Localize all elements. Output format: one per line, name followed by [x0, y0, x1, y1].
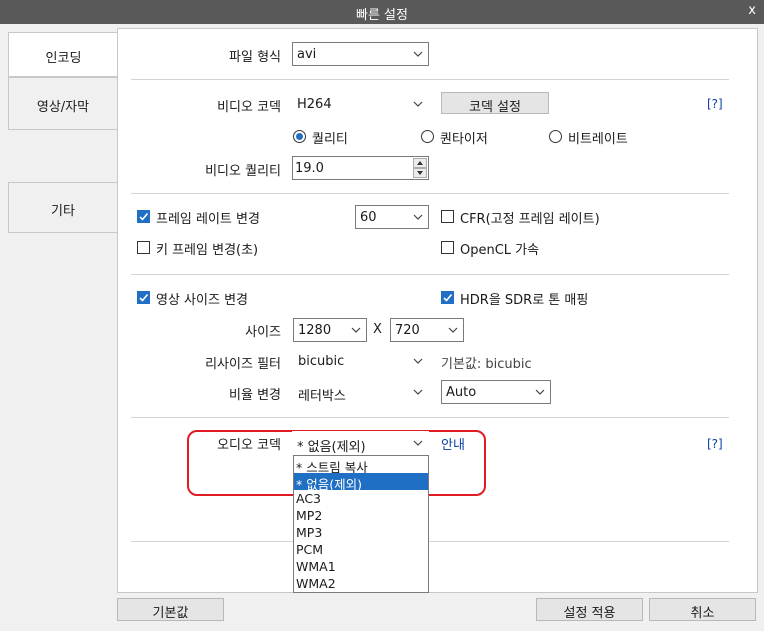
tab-encoding[interactable]: 인코딩	[8, 32, 118, 77]
chevron-down-icon	[413, 389, 423, 395]
checkmark-icon	[443, 293, 453, 302]
size-separator: X	[373, 322, 382, 337]
separator	[131, 541, 729, 542]
cancel-button[interactable]: 취소	[649, 598, 756, 621]
cfr-checkbox[interactable]	[441, 210, 454, 223]
file-format-select[interactable]: avi	[292, 42, 429, 66]
file-format-label: 파일 형식	[229, 50, 281, 65]
radio-bitrate[interactable]	[549, 130, 562, 143]
separator	[131, 193, 729, 194]
apply-settings-button[interactable]: 설정 적용	[536, 598, 643, 621]
size-label: 사이즈	[245, 325, 281, 340]
codec-settings-button[interactable]: 코덱 설정	[441, 92, 549, 115]
audio-help-link[interactable]: [?]	[707, 437, 723, 451]
close-button[interactable]: x	[748, 3, 756, 18]
hdr-tonemap-label: HDR을 SDR로 톤 매핑	[460, 293, 589, 308]
dropdown-option-mp3[interactable]: MP3	[294, 524, 428, 541]
tab-video-subtitle[interactable]: 영상/자막	[8, 77, 118, 130]
window-title: 빠른 설정	[356, 8, 408, 23]
chevron-down-icon	[413, 214, 423, 220]
audio-guide-link[interactable]: 안내	[441, 434, 465, 453]
resize-label: 영상 사이즈 변경	[156, 293, 248, 308]
resize-filter-label: 리사이즈 필터	[205, 357, 281, 372]
title-bar: 빠른 설정 x	[0, 0, 764, 24]
keyframe-label: 키 프레임 변경(초)	[156, 243, 259, 258]
radio-quality[interactable]	[293, 130, 306, 143]
chevron-down-icon	[448, 327, 458, 333]
audio-codec-select[interactable]: * 없음(제외)	[292, 431, 429, 455]
dropdown-option-none[interactable]: * 없음(제외)	[294, 473, 428, 492]
aspect-mode-select[interactable]: Auto	[441, 380, 551, 404]
video-codec-select[interactable]: H264	[292, 92, 429, 116]
spinner-down-button[interactable]	[413, 168, 427, 178]
video-quality-label: 비디오 퀄리티	[205, 164, 281, 179]
aspect-ratio-select[interactable]: 레터박스	[293, 380, 429, 404]
radio-bitrate-label: 비트레이트	[568, 132, 628, 147]
opencl-label: OpenCL 가속	[460, 243, 540, 258]
dropdown-option-stream-copy[interactable]: * 스트림 복사	[294, 456, 428, 475]
chevron-down-icon	[413, 101, 423, 107]
video-help-link[interactable]: [?]	[707, 97, 723, 111]
checkmark-icon	[139, 212, 149, 221]
tab-encoding-label: 인코딩	[45, 51, 82, 66]
chevron-down-icon	[413, 358, 423, 364]
spinner-up-button[interactable]	[413, 158, 427, 168]
chevron-down-icon	[413, 440, 423, 446]
opencl-checkbox[interactable]	[441, 241, 454, 254]
dropdown-option-wma2[interactable]: WMA2	[294, 575, 428, 592]
radio-quantizer[interactable]	[421, 130, 434, 143]
video-quality-spinner[interactable]: 19.0	[292, 156, 429, 180]
radio-quantizer-label: 퀀타이저	[440, 132, 488, 147]
width-select[interactable]: 1280	[293, 318, 367, 342]
dropdown-option-mp2[interactable]: MP2	[294, 507, 428, 524]
tab-video-subtitle-label: 영상/자막	[36, 100, 90, 115]
separator	[131, 79, 729, 80]
framerate-select[interactable]: 60	[355, 205, 429, 229]
tab-etc-label: 기타	[51, 204, 75, 219]
dropdown-option-wma1[interactable]: WMA1	[294, 558, 428, 575]
default-button[interactable]: 기본값	[117, 598, 224, 621]
separator	[131, 274, 729, 275]
aspect-ratio-label: 비율 변경	[229, 388, 281, 403]
dropdown-option-ac3[interactable]: AC3	[294, 490, 428, 507]
audio-codec-label: 오디오 코덱	[217, 438, 281, 453]
chevron-down-icon	[413, 51, 423, 57]
dropdown-option-pcm[interactable]: PCM	[294, 541, 428, 558]
radio-quality-label: 퀄리티	[312, 132, 348, 147]
height-select[interactable]: 720	[390, 318, 464, 342]
framerate-change-checkbox[interactable]	[137, 210, 150, 223]
video-codec-label: 비디오 코덱	[217, 100, 281, 115]
resize-filter-default: 기본값: bicubic	[441, 357, 532, 372]
resize-filter-select[interactable]: bicubic	[293, 349, 429, 373]
keyframe-checkbox[interactable]	[137, 241, 150, 254]
cfr-label: CFR(고정 프레임 레이트)	[460, 212, 600, 227]
chevron-down-icon	[351, 327, 361, 333]
triangle-down-icon	[417, 171, 423, 175]
checkmark-icon	[139, 293, 149, 302]
framerate-change-label: 프레임 레이트 변경	[156, 212, 260, 227]
separator	[131, 417, 729, 418]
hdr-tonemap-checkbox[interactable]	[441, 291, 454, 304]
triangle-up-icon	[417, 161, 423, 165]
chevron-down-icon	[535, 389, 545, 395]
tab-etc[interactable]: 기타	[8, 182, 118, 233]
resize-checkbox[interactable]	[137, 291, 150, 304]
audio-codec-dropdown-list: * 스트림 복사 * 없음(제외) AC3 MP2 MP3 PCM WMA1 W…	[293, 455, 429, 593]
